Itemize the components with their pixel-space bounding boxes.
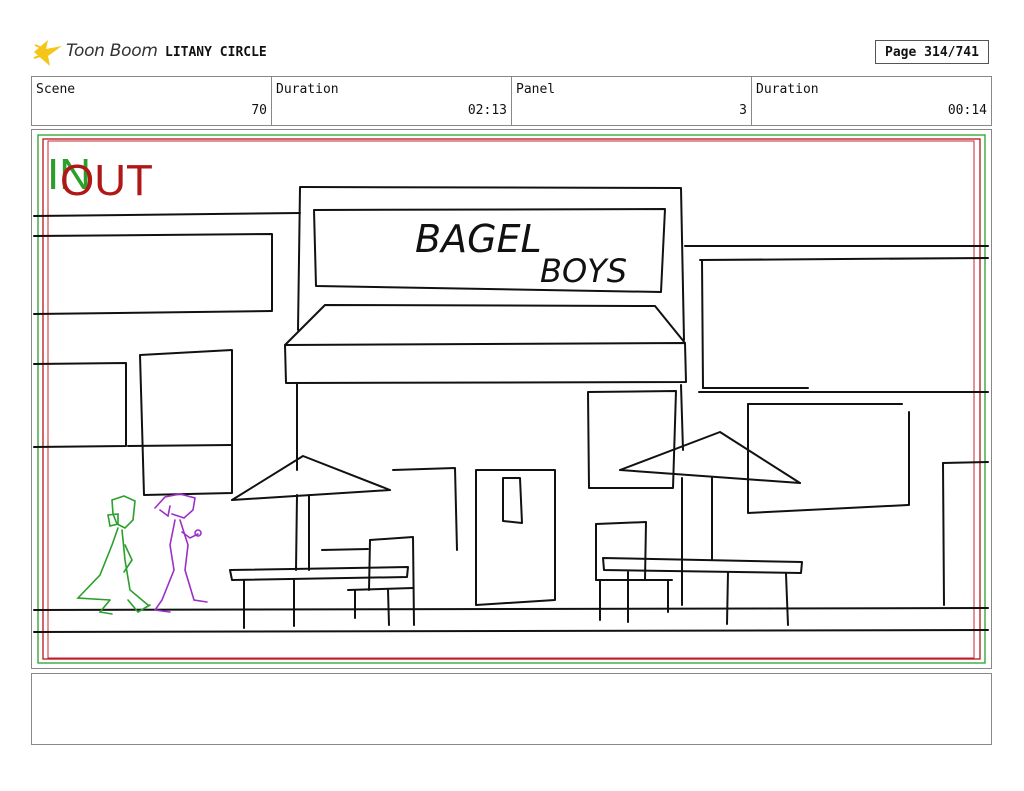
notes-box: [31, 673, 992, 745]
green-character: [76, 495, 151, 615]
left-umbrella-table: [229, 455, 415, 629]
sign-line-2: BOYS: [540, 252, 627, 290]
purple-character: [153, 493, 208, 613]
sign-line-1: BAGEL: [415, 217, 542, 261]
right-umbrella-table: [595, 431, 803, 626]
right-buildings: [684, 245, 989, 606]
out-label: OUT: [60, 156, 153, 205]
left-buildings: [33, 212, 301, 496]
ground-lines: [33, 607, 989, 633]
